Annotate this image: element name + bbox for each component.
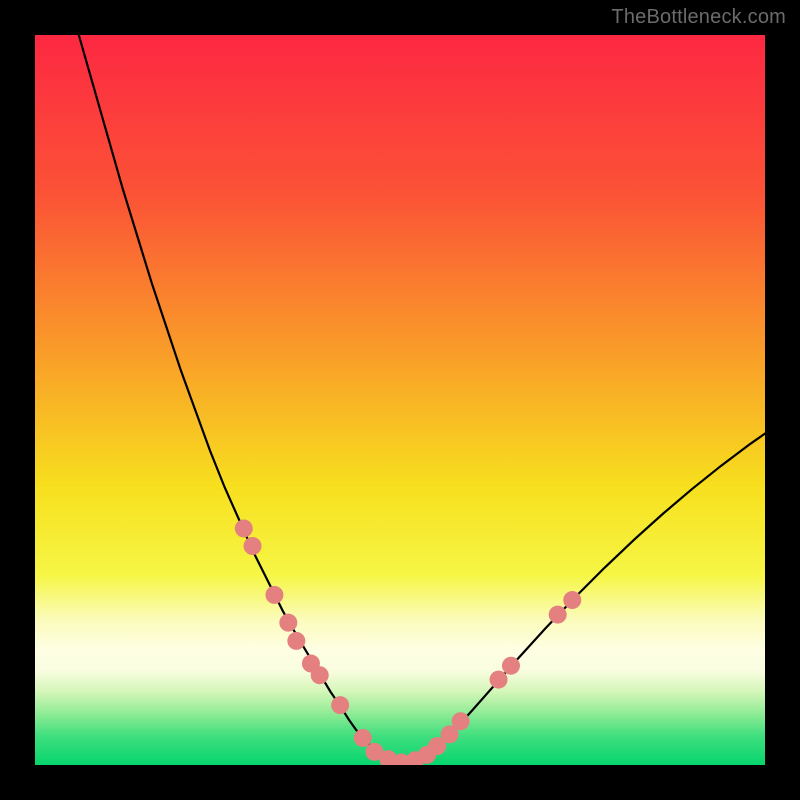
marker-dot [502,657,520,675]
watermark-label: TheBottleneck.com [611,6,786,29]
chart-svg [35,35,765,765]
marker-dot [235,519,253,537]
gradient-background [35,35,765,765]
plot-area [35,35,765,765]
marker-dot [265,586,283,604]
marker-dot [490,671,508,689]
marker-dot [549,606,567,624]
marker-dot [452,712,470,730]
marker-dot [279,614,297,632]
chart-frame: TheBottleneck.com [0,0,800,800]
marker-dot [563,591,581,609]
marker-dot [331,696,349,714]
marker-dot [244,537,262,555]
marker-dot [287,632,305,650]
marker-dot [311,666,329,684]
marker-dot [354,729,372,747]
